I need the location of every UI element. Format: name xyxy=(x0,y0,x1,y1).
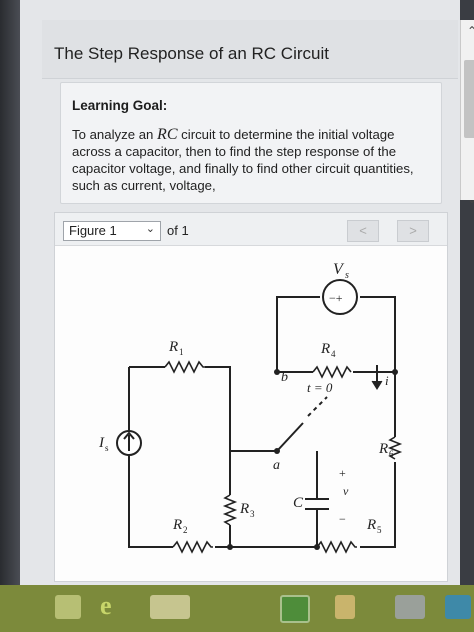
label-r1-sub: 1 xyxy=(179,347,184,357)
figure-panel: Figure 1 ⌄ of 1 < > V s −+ R 1 R 2 R 3 R… xyxy=(54,212,448,582)
resistor-r2 xyxy=(172,540,213,554)
label-r5: R xyxy=(366,517,376,533)
label-vs-sub: s xyxy=(345,270,349,281)
learning-goal-text: To analyze an RC circuit to determine th… xyxy=(72,126,422,194)
label-r3-sub: 3 xyxy=(250,509,255,519)
goal-scrollbar[interactable]: ⌃ ⌄ xyxy=(460,20,474,206)
page-title: The Step Response of an RC Circuit xyxy=(54,44,329,63)
resistor-r4 xyxy=(312,365,352,379)
label-r6: R xyxy=(378,441,388,457)
resistor-r3 xyxy=(222,494,238,526)
label-r2-sub: 2 xyxy=(183,525,188,535)
node-dot xyxy=(392,369,398,375)
resistor-r5 xyxy=(316,540,357,554)
label-node-b: b xyxy=(281,370,288,385)
label-plus: + xyxy=(339,466,346,480)
label-r1: R xyxy=(168,339,178,355)
store-icon[interactable] xyxy=(280,595,310,623)
label-vs: V xyxy=(333,261,345,278)
label-r2: R xyxy=(172,517,182,533)
scroll-up-icon[interactable]: ⌃ xyxy=(464,24,474,38)
node-dot xyxy=(274,369,280,375)
scroll-thumb[interactable] xyxy=(464,60,474,138)
learning-goal-heading: Learning Goal: xyxy=(72,98,168,113)
windows-start-icon[interactable] xyxy=(55,595,81,619)
wire-left xyxy=(128,367,173,548)
label-r4-sub: 4 xyxy=(331,349,336,359)
label-node-a: a xyxy=(273,458,280,473)
wire-r1-right xyxy=(205,366,231,451)
taskbar-app-icon[interactable] xyxy=(335,595,355,619)
rc-circuit-diagram: V s −+ R 1 R 2 R 3 R 4 R 5 R 6 I s C v + xyxy=(98,261,403,554)
label-r6-sub: 6 xyxy=(389,449,394,459)
figure-count: of 1 xyxy=(167,223,189,238)
label-is: I xyxy=(98,435,105,451)
page-header: The Step Response of an RC Circuit xyxy=(42,20,458,79)
label-r5-sub: 5 xyxy=(377,525,382,535)
node-dot xyxy=(274,448,280,454)
label-switch-time: t = 0 xyxy=(307,380,333,395)
label-r3: R xyxy=(239,501,249,517)
next-figure-button[interactable]: > xyxy=(397,220,429,242)
current-arrow-icon xyxy=(371,380,383,390)
figure-select-value: Figure 1 xyxy=(69,223,117,238)
label-i: i xyxy=(385,373,389,388)
resistor-r1 xyxy=(164,360,205,374)
label-vs-symbol: −+ xyxy=(329,291,343,305)
prev-figure-button[interactable]: < xyxy=(347,220,379,242)
file-explorer-icon[interactable] xyxy=(150,595,190,619)
learning-goal-box: Learning Goal: To analyze an RC circuit … xyxy=(60,82,442,204)
goal-text-before: To analyze an xyxy=(72,127,158,142)
internet-explorer-icon[interactable]: e xyxy=(100,591,126,620)
label-c: C xyxy=(293,495,304,511)
label-minus: − xyxy=(339,512,346,526)
node-dot xyxy=(314,544,320,550)
taskbar-app-icon[interactable] xyxy=(395,595,425,619)
scroll-down-icon[interactable]: ⌄ xyxy=(464,192,474,206)
goal-text-rc: RC xyxy=(157,126,178,143)
taskbar: e xyxy=(0,585,474,632)
browser-screen: The Step Response of an RC Circuit Learn… xyxy=(20,0,474,585)
chevron-down-icon: ⌄ xyxy=(145,223,155,235)
taskbar-app-icon[interactable] xyxy=(445,595,471,619)
label-v: v xyxy=(343,484,349,498)
node-dot xyxy=(227,544,233,550)
figure-select[interactable]: Figure 1 ⌄ xyxy=(63,221,161,241)
figure-toolbar: Figure 1 ⌄ of 1 < > xyxy=(55,213,447,246)
monitor-bezel xyxy=(0,0,20,632)
wire-top-left xyxy=(276,296,320,372)
label-is-sub: s xyxy=(105,443,109,453)
label-r4: R xyxy=(320,341,330,357)
